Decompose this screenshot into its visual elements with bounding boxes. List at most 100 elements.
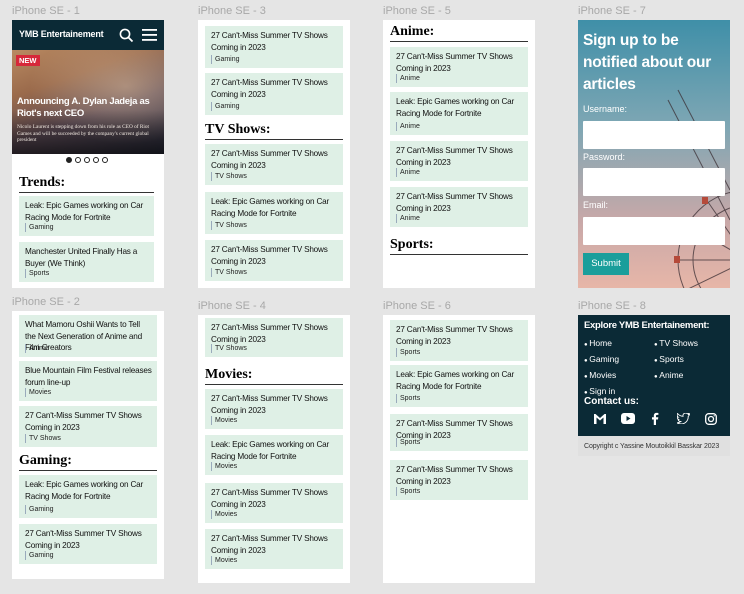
password-input[interactable] bbox=[583, 168, 725, 196]
article-title: 27 Can't-Miss Summer TV Shows Coming in … bbox=[211, 534, 328, 555]
submit-button[interactable]: Submit bbox=[583, 253, 629, 275]
frame-iphone-se-4: 27 Can't-Miss Summer TV Shows Coming in … bbox=[198, 315, 350, 583]
username-label: Username: bbox=[583, 104, 628, 114]
twitter-icon[interactable] bbox=[677, 413, 690, 424]
article-title: Leak: Epic Games working on Car Racing M… bbox=[396, 97, 515, 118]
frame-iphone-se-7-signup: Sign up to be notified about our article… bbox=[578, 20, 730, 288]
section-heading-sports: Sports: bbox=[390, 237, 528, 255]
article-card[interactable]: Leak: Epic Games working on Car Racing M… bbox=[19, 475, 157, 518]
article-title: Leak: Epic Games working on Car Racing M… bbox=[211, 440, 330, 461]
footer: Explore YMB Entertainement: ● Home ● Gami… bbox=[578, 315, 730, 436]
email-input[interactable] bbox=[583, 217, 725, 245]
section-heading-trends: Trends: bbox=[19, 175, 154, 193]
new-badge: NEW bbox=[16, 55, 40, 66]
article-card[interactable]: 27 Can't-Miss Summer TV Shows Coming in … bbox=[390, 460, 528, 500]
hero-title[interactable]: Announcing A. Dylan Jadeja as Riot's nex… bbox=[17, 96, 157, 120]
article-tag: Gaming bbox=[211, 55, 240, 64]
article-card[interactable]: Leak: Epic Games working on Car Racing M… bbox=[205, 192, 343, 234]
footer-link-label: Home bbox=[589, 338, 612, 348]
carousel-dot-active[interactable] bbox=[66, 157, 72, 163]
article-tag: Movies bbox=[211, 416, 237, 425]
article-card[interactable]: 27 Can't-Miss Summer TV Shows Coming in … bbox=[205, 483, 343, 523]
footer-link-label: Sports bbox=[659, 354, 684, 364]
article-title: 27 Can't-Miss Summer TV Shows Coming in … bbox=[25, 411, 142, 432]
article-card[interactable]: 27 Can't-Miss Summer TV Shows Coming in … bbox=[390, 141, 528, 181]
article-tag: TV Shows bbox=[25, 434, 61, 443]
article-card[interactable]: 27 Can't-Miss Summer TV Shows Coming in … bbox=[19, 524, 157, 564]
footer-explore-heading: Explore YMB Entertainement: bbox=[584, 320, 710, 331]
username-input[interactable] bbox=[583, 121, 725, 149]
carousel-dot[interactable] bbox=[75, 157, 81, 163]
article-card[interactable]: 27 Can't-Miss Summer TV Shows Coming in … bbox=[205, 240, 343, 281]
article-card[interactable]: 27 Can't-Miss Summer TV Shows Coming in … bbox=[205, 144, 343, 185]
carousel-dots bbox=[66, 157, 108, 163]
footer-link[interactable]: ● Home bbox=[584, 336, 619, 352]
footer-link[interactable]: ● Sports bbox=[654, 352, 698, 368]
article-card[interactable]: 27 Can't-Miss Summer TV Shows Coming in … bbox=[205, 26, 343, 68]
article-tag: Anime bbox=[396, 168, 420, 177]
footer-link-label: TV Shows bbox=[659, 338, 699, 348]
section-heading-tv-shows: TV Shows: bbox=[205, 122, 343, 140]
frame-iphone-se-8-footer: Explore YMB Entertainement: ● Home ● Gami… bbox=[578, 315, 730, 456]
hamburger-menu-icon[interactable] bbox=[142, 29, 157, 41]
article-card[interactable]: Leak: Epic Games working on Car Racing M… bbox=[390, 92, 528, 135]
article-title: 27 Can't-Miss Summer TV Shows Coming in … bbox=[396, 465, 513, 486]
frame-label: iPhone SE - 4 bbox=[198, 300, 266, 312]
article-card[interactable]: Blue Mountain Film Festival releases for… bbox=[19, 361, 157, 401]
article-title: 27 Can't-Miss Summer TV Shows Coming in … bbox=[211, 245, 328, 266]
article-card[interactable]: 27 Can't-Miss Summer TV Shows Coming in … bbox=[390, 187, 528, 227]
article-card[interactable]: Leak: Epic Games working on Car Racing M… bbox=[390, 365, 528, 407]
article-card[interactable]: 27 Can't-Miss Summer TV Shows Coming in … bbox=[390, 414, 528, 451]
article-card[interactable]: What Mamoru Oshii Wants to Tell the Next… bbox=[19, 315, 157, 357]
article-tag: Sports bbox=[396, 348, 420, 357]
article-tag: Movies bbox=[211, 510, 237, 519]
hero-carousel[interactable]: NEW Announcing A. Dylan Jadeja as Riot's… bbox=[12, 50, 164, 154]
carousel-dot[interactable] bbox=[84, 157, 90, 163]
article-card[interactable]: 27 Can't-Miss Summer TV Shows Coming in … bbox=[390, 320, 528, 361]
article-card[interactable]: Leak: Epic Games working on Car Racing M… bbox=[19, 196, 154, 236]
carousel-dot[interactable] bbox=[93, 157, 99, 163]
article-title: Leak: Epic Games working on Car Racing M… bbox=[396, 370, 515, 391]
footer-link[interactable]: ● Anime bbox=[654, 368, 698, 384]
carousel-dot[interactable] bbox=[102, 157, 108, 163]
article-title: 27 Can't-Miss Summer TV Shows Coming in … bbox=[211, 394, 328, 415]
article-card[interactable]: 27 Can't-Miss Summer TV Shows Coming in … bbox=[205, 73, 343, 115]
article-title: 27 Can't-Miss Summer TV Shows Coming in … bbox=[25, 529, 142, 550]
article-title: 27 Can't-Miss Summer TV Shows Coming in … bbox=[211, 149, 328, 170]
article-tag: TV Shows bbox=[211, 172, 247, 181]
footer-links-left: ● Home ● Gaming ● Movies ● Sign in bbox=[584, 336, 619, 400]
article-card[interactable]: 27 Can't-Miss Summer TV Shows Coming in … bbox=[205, 389, 343, 429]
email-label: Email: bbox=[583, 200, 609, 210]
copyright-text: Copyright c Yassine Moutoikkil Basskar 2… bbox=[584, 443, 720, 450]
footer-link-label: Sign in bbox=[589, 386, 616, 396]
brand-logo[interactable]: YMB Entertainement bbox=[19, 29, 104, 39]
frame-iphone-se-1: YMB Entertainement NEW Announcing A. Dyl… bbox=[12, 20, 164, 288]
article-tag: Movies bbox=[25, 388, 51, 397]
instagram-icon[interactable] bbox=[705, 413, 717, 425]
search-icon[interactable] bbox=[119, 28, 134, 43]
article-card[interactable]: 27 Can't-Miss Summer TV Shows Coming in … bbox=[205, 529, 343, 569]
section-heading-movies: Movies: bbox=[205, 367, 343, 385]
footer-link-label: Anime bbox=[659, 370, 684, 380]
article-title: 27 Can't-Miss Summer TV Shows Coming in … bbox=[396, 192, 513, 213]
article-card[interactable]: Leak: Epic Games working on Car Racing M… bbox=[205, 435, 343, 475]
footer-link[interactable]: ● TV Shows bbox=[654, 336, 698, 352]
footer-link[interactable]: ● Movies bbox=[584, 368, 619, 384]
article-tag: TV Shows bbox=[211, 344, 247, 353]
article-card[interactable]: 27 Can't-Miss Summer TV Shows Coming in … bbox=[19, 406, 157, 447]
footer-link[interactable]: ● Gaming bbox=[584, 352, 619, 368]
gmail-icon[interactable] bbox=[594, 414, 606, 424]
article-tag: Sports bbox=[396, 438, 420, 447]
article-card[interactable]: 27 Can't-Miss Summer TV Shows Coming in … bbox=[390, 47, 528, 87]
frame-iphone-se-6: 27 Can't-Miss Summer TV Shows Coming in … bbox=[383, 315, 535, 583]
article-tag: Sports bbox=[396, 487, 420, 496]
footer-link-label: Gaming bbox=[589, 354, 620, 364]
youtube-icon[interactable] bbox=[621, 413, 635, 424]
article-card[interactable]: Manchester United Finally Has a Buyer (W… bbox=[19, 242, 154, 282]
article-card[interactable]: 27 Can't-Miss Summer TV Shows Coming in … bbox=[205, 318, 343, 357]
article-title: 27 Can't-Miss Summer TV Shows Coming in … bbox=[396, 325, 513, 346]
facebook-icon[interactable] bbox=[651, 412, 659, 425]
article-tag: Gaming bbox=[25, 551, 54, 560]
article-title: Leak: Epic Games working on Car Racing M… bbox=[211, 197, 330, 218]
article-tag: Sports bbox=[25, 269, 49, 278]
